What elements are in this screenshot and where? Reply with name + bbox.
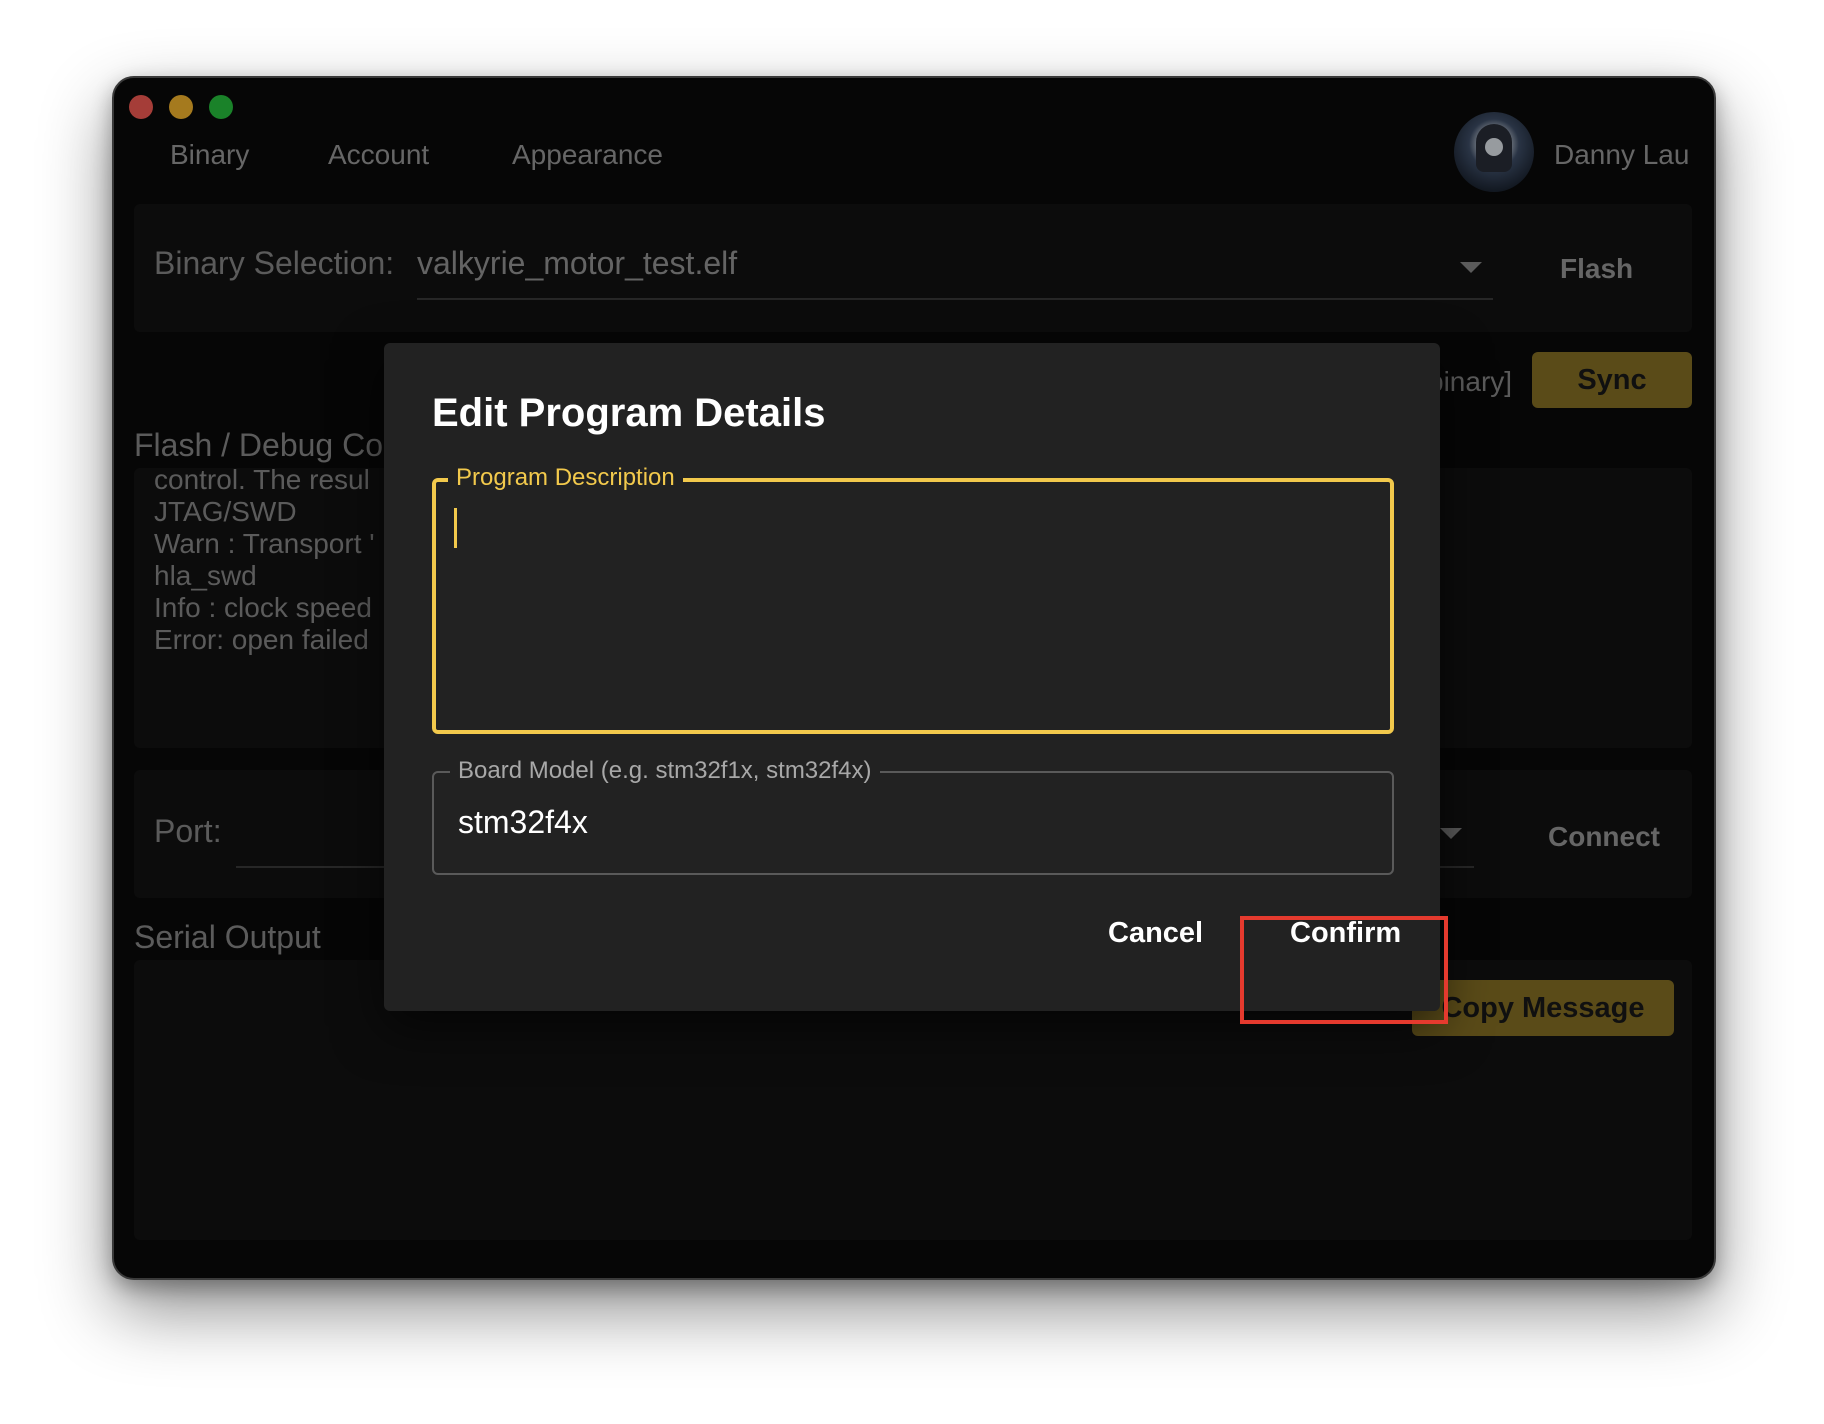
dialog-title: Edit Program Details [432,391,826,435]
board-model-field[interactable]: Board Model (e.g. stm32f1x, stm32f4x) st… [432,757,1394,875]
confirm-highlight-box [1240,916,1448,1024]
program-description-legend: Program Description [448,464,683,492]
program-description-field[interactable]: Program Description [432,464,1394,734]
edit-program-dialog: Edit Program Details Program Description… [384,343,1440,1011]
app-window: Binary Account Appearance Danny Lau Bina… [112,76,1716,1280]
board-model-input[interactable]: stm32f4x [458,803,588,841]
text-cursor [454,508,457,548]
cancel-button[interactable]: Cancel [1108,916,1203,950]
board-model-legend: Board Model (e.g. stm32f1x, stm32f4x) [450,757,880,785]
